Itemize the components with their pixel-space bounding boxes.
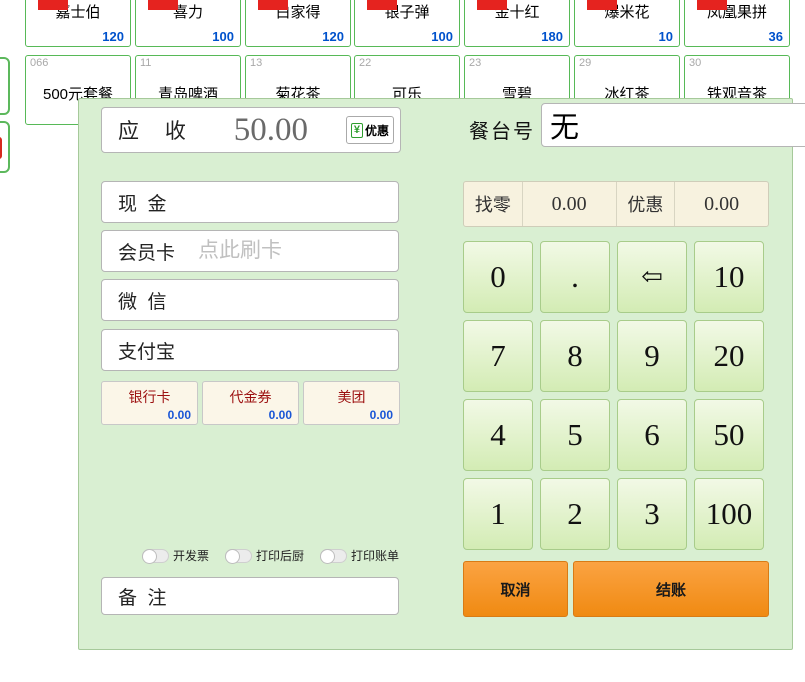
wechat-label: 微 信	[102, 287, 198, 314]
category-tab-strip	[367, 0, 397, 10]
key-5[interactable]: 5	[540, 399, 610, 471]
amount-due-label: 应 收	[118, 115, 196, 145]
product-price: 180	[541, 29, 563, 44]
category-tab-strip	[148, 0, 178, 10]
bank-card-button[interactable]: 银行卡 0.00	[101, 381, 198, 425]
product-code: 23	[469, 57, 481, 69]
category-tab-strip	[697, 0, 727, 10]
meituan-button[interactable]: 美团 0.00	[303, 381, 400, 425]
category-tab-strip	[477, 0, 507, 10]
pos-screen: 嘉士伯 120 喜力 100 白家得 120 银子弹 100 金十红 180 爆…	[0, 0, 805, 682]
product-price: 10	[659, 29, 673, 44]
alipay-input[interactable]	[198, 332, 398, 368]
voucher-button[interactable]: 代金券 0.00	[202, 381, 299, 425]
note-label: 备 注	[102, 583, 198, 610]
key-7[interactable]: 7	[463, 320, 533, 392]
print-kitchen-toggle[interactable]: 打印后厨	[225, 547, 304, 564]
voucher-value: 0.00	[269, 408, 292, 422]
category-tab-strip	[587, 0, 617, 10]
product-code: 11	[140, 57, 151, 69]
toggle-switch-icon	[225, 549, 252, 563]
key-10[interactable]: 10	[694, 241, 764, 313]
key-backspace[interactable]: ⇦	[617, 241, 687, 313]
invoice-toggle-label: 开发票	[173, 547, 209, 564]
note-field-row: 备 注	[101, 577, 399, 615]
meituan-label: 美团	[304, 387, 399, 407]
cash-field-row: 现 金	[101, 181, 399, 223]
toggle-switch-icon	[320, 549, 347, 563]
key-0[interactable]: 0	[463, 241, 533, 313]
side-tab-red-mark	[0, 137, 2, 159]
product-code: 066	[30, 57, 48, 69]
key-dot[interactable]: .	[540, 241, 610, 313]
key-4[interactable]: 4	[463, 399, 533, 471]
table-number-box	[541, 103, 805, 147]
checkout-button[interactable]: 结账	[573, 561, 769, 617]
change-value: 0.00	[523, 193, 616, 216]
product-price: 120	[102, 29, 124, 44]
key-8[interactable]: 8	[540, 320, 610, 392]
bank-card-value: 0.00	[168, 408, 191, 422]
discount-button[interactable]: ¥ 优惠	[346, 116, 394, 144]
member-card-field-row: 会员卡	[101, 230, 399, 272]
product-price: 100	[212, 29, 234, 44]
key-100[interactable]: 100	[694, 478, 764, 550]
key-9[interactable]: 9	[617, 320, 687, 392]
alipay-label: 支付宝	[102, 337, 198, 364]
product-price: 120	[322, 29, 344, 44]
change-label: 找零	[464, 191, 522, 217]
print-bill-toggle-label: 打印账单	[351, 547, 399, 564]
key-6[interactable]: 6	[617, 399, 687, 471]
product-code: 22	[359, 57, 371, 69]
alipay-field-row: 支付宝	[101, 329, 399, 371]
key-20[interactable]: 20	[694, 320, 764, 392]
print-bill-toggle[interactable]: 打印账单	[320, 547, 399, 564]
cash-label: 现 金	[102, 189, 198, 216]
amount-due-box: 应 收 50.00 ¥ 优惠	[101, 107, 401, 153]
category-tab-strip	[38, 0, 68, 10]
voucher-label: 代金券	[203, 387, 298, 407]
table-number-label: 餐台号	[469, 115, 535, 144]
product-code: 13	[250, 57, 262, 69]
note-input[interactable]	[198, 580, 398, 612]
member-card-label: 会员卡	[102, 238, 198, 265]
print-kitchen-toggle-label: 打印后厨	[256, 547, 304, 564]
toggle-switch-icon	[142, 549, 169, 563]
category-tab-strip	[258, 0, 288, 10]
discount-button-label: 优惠	[365, 122, 389, 139]
key-2[interactable]: 2	[540, 478, 610, 550]
wechat-input[interactable]	[198, 282, 398, 318]
meituan-value: 0.00	[370, 408, 393, 422]
yuan-icon: ¥	[351, 123, 363, 138]
side-category-tab[interactable]	[0, 57, 10, 115]
member-card-input[interactable]	[198, 233, 398, 269]
discount-value: 0.00	[675, 193, 768, 216]
side-category-tab[interactable]	[0, 121, 10, 173]
key-1[interactable]: 1	[463, 478, 533, 550]
change-discount-bar: 找零 0.00 优惠 0.00	[463, 181, 769, 227]
product-code: 30	[689, 57, 701, 69]
cash-input[interactable]	[198, 184, 398, 220]
bank-card-label: 银行卡	[102, 387, 197, 407]
product-code: 29	[579, 57, 591, 69]
product-price: 100	[431, 29, 453, 44]
print-options-row: 开发票 打印后厨 打印账单	[101, 547, 399, 564]
wechat-field-row: 微 信	[101, 279, 399, 321]
key-50[interactable]: 50	[694, 399, 764, 471]
checkout-dialog: 应 收 50.00 ¥ 优惠 餐台号 现 金 会员卡 微 信 支付宝	[78, 98, 793, 650]
product-price: 36	[769, 29, 783, 44]
amount-due-value: 50.00	[196, 112, 346, 149]
invoice-toggle[interactable]: 开发票	[142, 547, 209, 564]
table-number-input[interactable]	[542, 104, 805, 146]
cancel-button[interactable]: 取消	[463, 561, 568, 617]
key-3[interactable]: 3	[617, 478, 687, 550]
discount-label: 优惠	[617, 191, 675, 217]
